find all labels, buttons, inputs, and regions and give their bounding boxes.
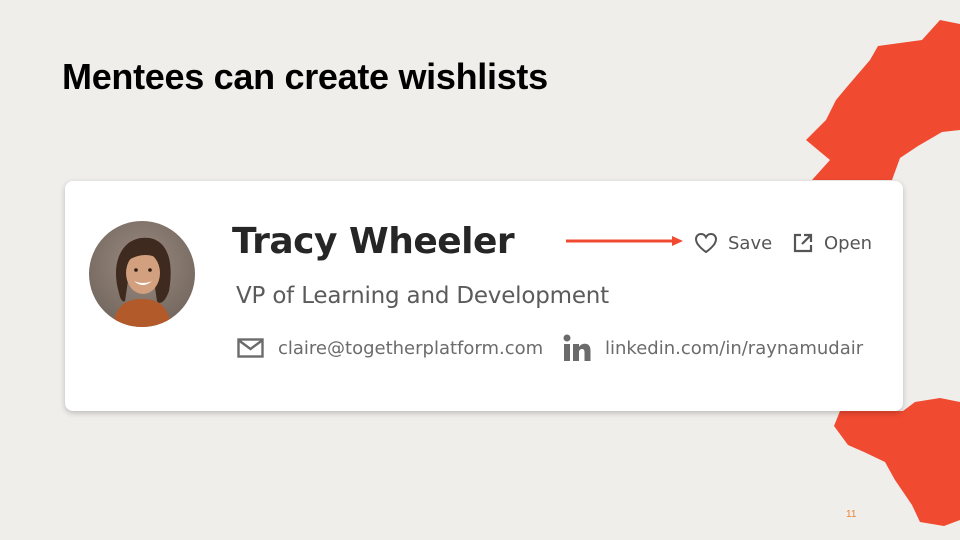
zigzag-shape-bottom: [834, 398, 960, 526]
email-text: claire@togetherplatform.com: [278, 337, 544, 359]
linkedin-contact[interactable]: linkedin.com/in/raynamudair: [563, 333, 863, 363]
open-label: Open: [824, 232, 873, 254]
profile-role: VP of Learning and Development: [236, 283, 609, 309]
profile-name: Tracy Wheeler: [232, 221, 515, 262]
save-button[interactable]: Save: [694, 230, 772, 256]
avatar: [89, 221, 195, 327]
external-link-icon: [792, 232, 814, 254]
pointer-arrow: [566, 236, 683, 246]
zigzag-shape-top: [806, 20, 960, 180]
save-label: Save: [728, 232, 773, 254]
mail-icon: [237, 338, 264, 358]
heart-icon: [694, 232, 718, 254]
open-button[interactable]: Open: [792, 230, 872, 256]
slide-title: Mentees can create wishlists: [62, 56, 548, 97]
email-contact[interactable]: claire@togetherplatform.com: [237, 333, 543, 363]
page-number: 11: [846, 509, 857, 520]
linkedin-text: linkedin.com/in/raynamudair: [605, 337, 864, 359]
linkedin-icon: [563, 334, 591, 362]
mentor-profile-card: Tracy Wheeler VP of Learning and Develop…: [65, 181, 903, 411]
